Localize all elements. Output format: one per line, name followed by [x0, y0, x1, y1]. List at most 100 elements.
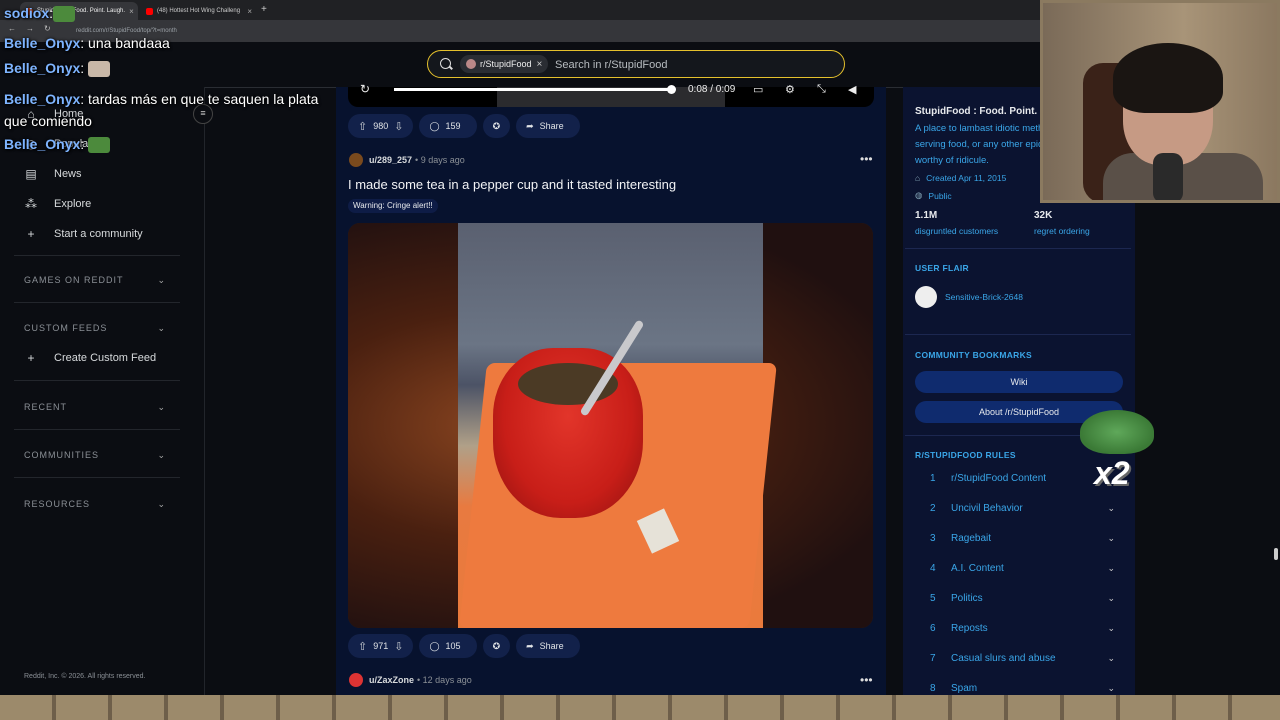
post-action-bar: ⇧ 980 ⇩ ◯ 159 ✪ ➦ Share	[348, 114, 580, 138]
member-count: 1.1M	[915, 210, 938, 221]
explore-icon: ⁂	[25, 197, 37, 211]
create-custom-feed[interactable]: + Create Custom Feed	[24, 351, 156, 365]
forward-icon[interactable]: →	[26, 24, 34, 33]
post-image[interactable]	[348, 223, 873, 628]
comment-icon: ◯	[429, 640, 440, 651]
divider	[14, 302, 180, 303]
fullscreen-icon[interactable]: ⤡	[817, 83, 826, 96]
more-options-icon[interactable]: •••	[860, 673, 873, 687]
user-avatar	[915, 286, 937, 308]
back-icon[interactable]: ←	[8, 24, 16, 33]
section-games[interactable]: GAMES ON REDDIT ⌄	[24, 275, 166, 286]
avatar[interactable]	[349, 673, 363, 687]
more-options-icon[interactable]: •••	[860, 152, 873, 166]
section-recent[interactable]: RECENT ⌄	[24, 402, 166, 413]
online-label: regret ordering	[1034, 226, 1090, 236]
emote-multiplier: x2	[1094, 455, 1130, 491]
sidebar-item-news[interactable]: ▤ News	[24, 167, 81, 181]
chat-message: Belle_Onyx:	[4, 60, 111, 78]
upvote-icon[interactable]: ⇧	[358, 640, 367, 653]
section-custom-feeds[interactable]: CUSTOM FEEDS ⌄	[24, 323, 166, 334]
post-age: • 12 days ago	[417, 675, 472, 685]
divider	[14, 429, 180, 430]
post-author[interactable]: u/289_257	[369, 155, 412, 165]
volume-icon[interactable]: ◀	[848, 83, 856, 96]
chevron-down-icon: ⌄	[157, 323, 166, 333]
post-action-bar: ⇧ 971 ⇩ ◯ 105 ✪ ➦ Share	[348, 634, 580, 658]
sidebar-item-explore[interactable]: ⁂ Explore	[24, 197, 91, 211]
section-resources[interactable]: RESOURCES ⌄	[24, 499, 166, 510]
close-tab-icon[interactable]: ×	[125, 7, 134, 16]
member-label: disgruntled customers	[915, 226, 999, 236]
streamer-webcam	[1040, 0, 1280, 203]
divider	[14, 477, 180, 478]
chat-message: sodiox:	[4, 5, 76, 23]
award-button[interactable]: ✪	[482, 634, 511, 658]
award-icon: ✪	[492, 640, 501, 651]
globe-icon: ◍	[915, 190, 923, 200]
comments-button[interactable]: ◯ 159	[419, 114, 477, 138]
pepe-emote-icon	[88, 137, 111, 154]
search-icon	[440, 58, 451, 69]
post-author[interactable]: u/ZaxZone	[369, 675, 414, 685]
downvote-icon[interactable]: ⇩	[394, 120, 403, 133]
replay-icon[interactable]: ↻	[360, 82, 370, 96]
rules-heading: R/STUPIDFOOD RULES	[915, 450, 1016, 460]
post-flair[interactable]: Warning: Cringe alert!!	[348, 199, 438, 213]
footer-copyright: Reddit, Inc. © 2026. All rights reserved…	[24, 673, 146, 680]
sidebar-item-start-community[interactable]: + Start a community	[24, 227, 142, 241]
stream-wood-border	[0, 695, 1280, 720]
subreddit-avatar	[466, 59, 476, 69]
bookmark-wiki-button[interactable]: Wiki	[915, 371, 1123, 393]
close-tab-icon[interactable]: ×	[243, 7, 252, 16]
user-flair[interactable]: Sensitive-Brick-2648	[915, 286, 1023, 308]
rule-item[interactable]: 8 Spam ⌄	[930, 683, 1115, 694]
rule-item[interactable]: 7 Casual slurs and abuse ⌄	[930, 653, 1115, 664]
video-scrubber[interactable]	[667, 85, 676, 94]
post-title[interactable]: I made some tea in a pepper cup and it t…	[348, 177, 676, 192]
chevron-down-icon: ⌄	[1107, 623, 1115, 633]
post-meta: u/289_257 • 9 days ago	[349, 153, 465, 167]
video-progress-bar[interactable]	[394, 88, 674, 91]
page-scrollbar[interactable]	[1274, 548, 1278, 560]
divider	[14, 255, 180, 256]
share-button[interactable]: ➦ Share	[516, 634, 580, 658]
rule-item[interactable]: 6 Reposts ⌄	[930, 623, 1115, 634]
section-communities[interactable]: COMMUNITIES ⌄	[24, 450, 166, 461]
chevron-down-icon: ⌄	[157, 450, 166, 460]
photo	[458, 223, 777, 628]
rule-item[interactable]: 5 Politics ⌄	[930, 593, 1115, 604]
upvote-icon[interactable]: ⇧	[358, 120, 367, 133]
post-meta: u/ZaxZone • 12 days ago	[349, 673, 472, 687]
chevron-down-icon: ⌄	[1107, 503, 1115, 513]
divider	[905, 248, 1131, 249]
chevron-down-icon: ⌄	[157, 402, 166, 412]
visibility: ◍ Public	[915, 190, 952, 201]
share-button[interactable]: ➦ Share	[516, 114, 580, 138]
browser-tab[interactable]: (48) Hottest Hot Wing Challeng ×	[140, 2, 258, 20]
chevron-down-icon: ⌄	[157, 275, 166, 285]
chat-message: Belle_Onyx:	[4, 136, 111, 154]
downvote-icon[interactable]: ⇩	[394, 640, 403, 653]
subreddit-search-chip[interactable]: r/StupidFood ×	[460, 55, 549, 73]
bookmarks-heading: COMMUNITY BOOKMARKS	[915, 350, 1032, 360]
news-icon: ▤	[25, 167, 37, 181]
comments-button[interactable]: ◯ 105	[419, 634, 477, 658]
share-icon: ➦	[526, 120, 534, 131]
rule-item[interactable]: 1 r/StupidFood Content	[930, 473, 1115, 484]
settings-icon[interactable]: ⚙	[785, 83, 795, 96]
vote-control[interactable]: ⇧ 971 ⇩	[348, 634, 414, 658]
vote-control[interactable]: ⇧ 980 ⇩	[348, 114, 414, 138]
captions-icon[interactable]: ▭	[753, 83, 763, 96]
avatar[interactable]	[349, 153, 363, 167]
search-input[interactable]: Search in r/StupidFood	[555, 59, 668, 71]
rule-item[interactable]: 3 Ragebait ⌄	[930, 533, 1115, 544]
chat-message: Belle_Onyx: tardas más en que te saquen …	[4, 91, 319, 129]
reload-icon[interactable]: ↻	[44, 24, 51, 33]
rule-item[interactable]: 2 Uncivil Behavior ⌄	[930, 503, 1115, 514]
award-button[interactable]: ✪	[482, 114, 511, 138]
new-tab-icon[interactable]: +	[261, 4, 267, 15]
rule-item[interactable]: 4 A.I. Content ⌄	[930, 563, 1115, 574]
remove-chip-icon[interactable]: ×	[537, 59, 543, 70]
chevron-down-icon: ⌄	[1107, 653, 1115, 663]
